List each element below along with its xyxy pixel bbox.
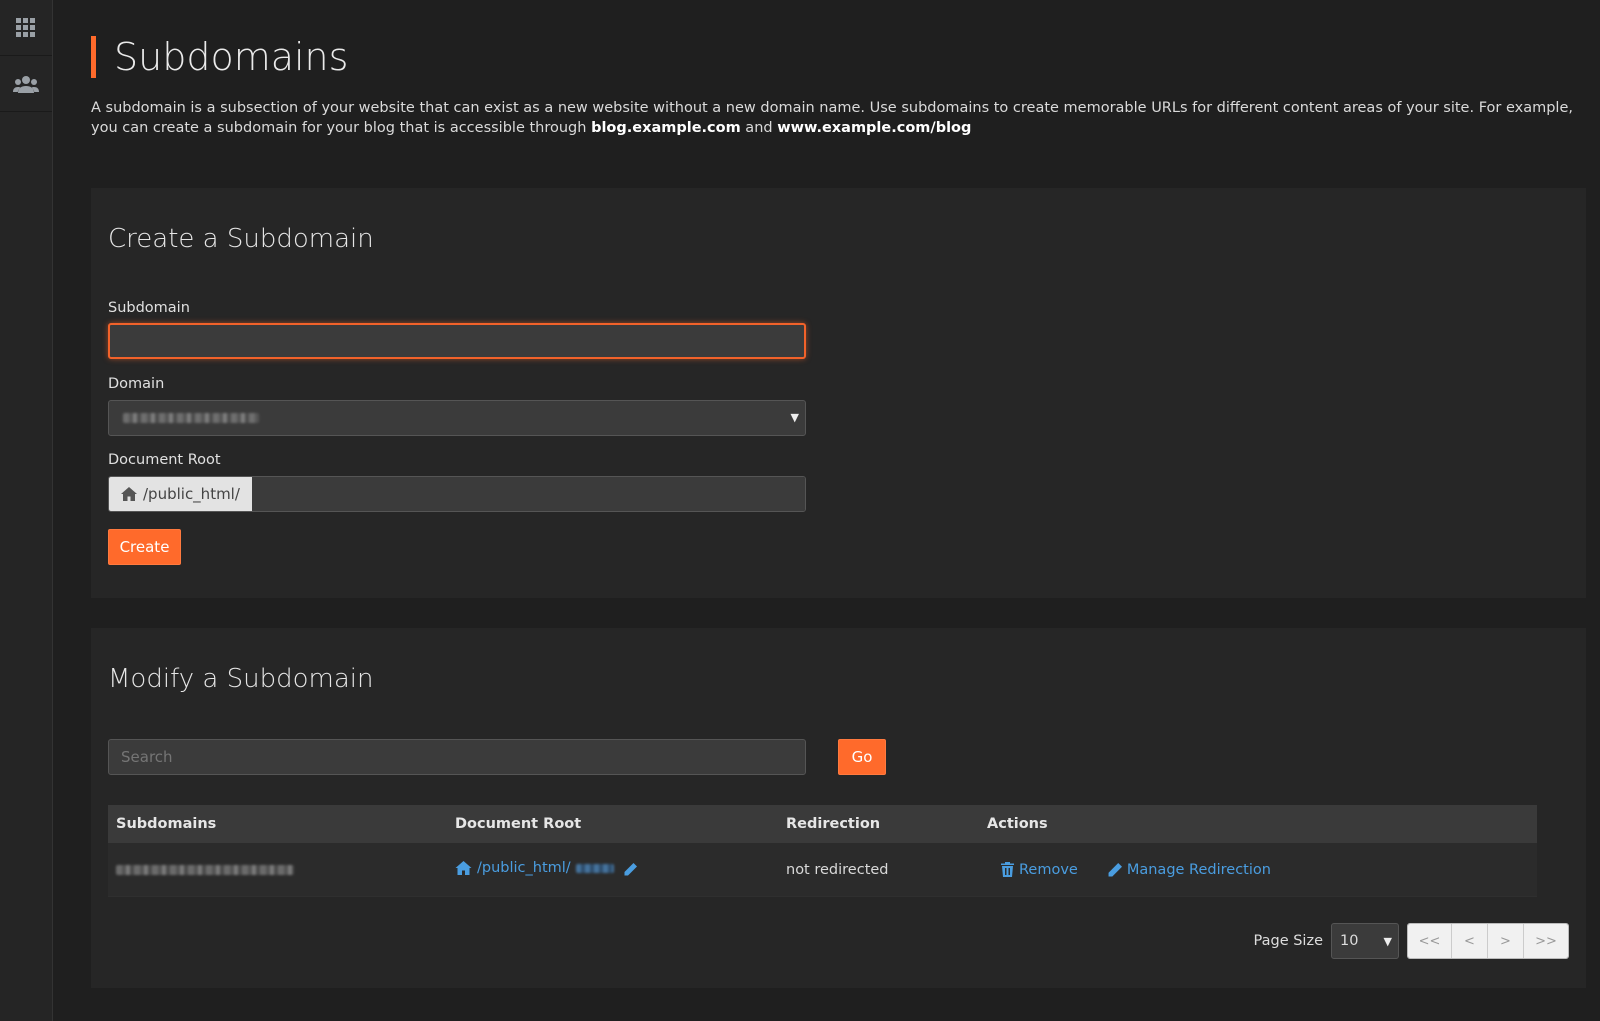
home-icon (121, 487, 137, 501)
document-root-field: /public_html/ (108, 476, 806, 512)
remove-label: Remove (1019, 861, 1078, 878)
home-icon (455, 861, 472, 875)
redirection-cell: not redirected (786, 861, 889, 878)
subdomain-name-redacted (116, 864, 294, 875)
pencil-icon[interactable] (624, 863, 638, 876)
remove-link[interactable]: Remove (1001, 862, 1078, 878)
grid-icon (16, 17, 35, 37)
document-root-path-redacted (575, 863, 614, 873)
trash-icon (1001, 862, 1014, 877)
intro-text-part: and (740, 120, 778, 136)
chevron-down-icon: ▼ (790, 411, 799, 424)
document-root-link[interactable]: /public_html/ (455, 860, 614, 876)
pencil-icon (1108, 862, 1122, 876)
chevron-down-icon: ▼ (1383, 935, 1392, 948)
document-root-cell: /public_html/ (455, 860, 786, 879)
subdomain-input[interactable] (108, 323, 806, 359)
modify-subdomain-card: Modify a Subdomain Go Subdomains Documen… (91, 628, 1586, 988)
column-header-actions: Actions (987, 816, 1048, 832)
manage-redirection-link[interactable]: Manage Redirection (1108, 862, 1271, 878)
domain-label: Domain (108, 376, 165, 392)
pagination: Page Size 10 ▼ << < > >> (1254, 923, 1569, 959)
modify-subdomain-title: Modify a Subdomain (108, 664, 374, 694)
column-header-document-root[interactable]: Document Root (455, 816, 786, 832)
subdomains-table: Subdomains Document Root Redirection Act… (108, 805, 1537, 897)
create-subdomain-title: Create a Subdomain (108, 224, 374, 254)
go-button[interactable]: Go (838, 739, 886, 775)
rail-apps-button[interactable] (0, 0, 52, 56)
domain-select-value-redacted (123, 413, 259, 423)
create-subdomain-card: Create a Subdomain Subdomain Domain ▼ Do… (91, 188, 1586, 598)
first-page-button[interactable]: << (1408, 924, 1452, 958)
page-size-value: 10 (1340, 933, 1359, 949)
table-header: Subdomains Document Root Redirection Act… (108, 805, 1537, 843)
document-root-label: Document Root (108, 452, 221, 468)
page-size-label: Page Size (1253, 933, 1323, 949)
next-page-button[interactable]: > (1488, 924, 1524, 958)
domain-select[interactable]: ▼ (108, 400, 806, 436)
column-header-subdomains[interactable]: Subdomains (108, 816, 455, 832)
table-row: /public_html/ not redirected Remove Mana… (108, 843, 1537, 897)
page-title: Subdomains (91, 36, 348, 78)
manage-redirection-label: Manage Redirection (1126, 861, 1271, 878)
left-rail (0, 0, 53, 1021)
actions-cell: Remove Manage Redirection (987, 862, 1537, 878)
document-root-input[interactable] (251, 477, 805, 511)
subdomain-cell (108, 864, 455, 875)
search-input[interactable] (108, 739, 806, 775)
intro-example-subdomain: blog.example.com (591, 120, 741, 136)
intro-text: A subdomain is a subsection of your webs… (91, 98, 1581, 138)
previous-page-button[interactable]: < (1452, 924, 1488, 958)
pager-buttons: << < > >> (1407, 923, 1569, 959)
document-root-prefix-text: /public_html/ (143, 485, 240, 503)
subdomain-label: Subdomain (108, 300, 190, 316)
column-header-redirection[interactable]: Redirection (786, 816, 987, 832)
document-root-link-text: /public_html/ (477, 860, 571, 876)
rail-users-button[interactable] (0, 56, 52, 112)
users-icon (13, 75, 39, 93)
last-page-button[interactable]: >> (1524, 924, 1568, 958)
create-button[interactable]: Create (108, 529, 181, 565)
document-root-prefix: /public_html/ (109, 477, 252, 511)
page-size-select[interactable]: 10 ▼ (1331, 923, 1399, 959)
intro-example-path: www.example.com/blog (777, 120, 972, 136)
